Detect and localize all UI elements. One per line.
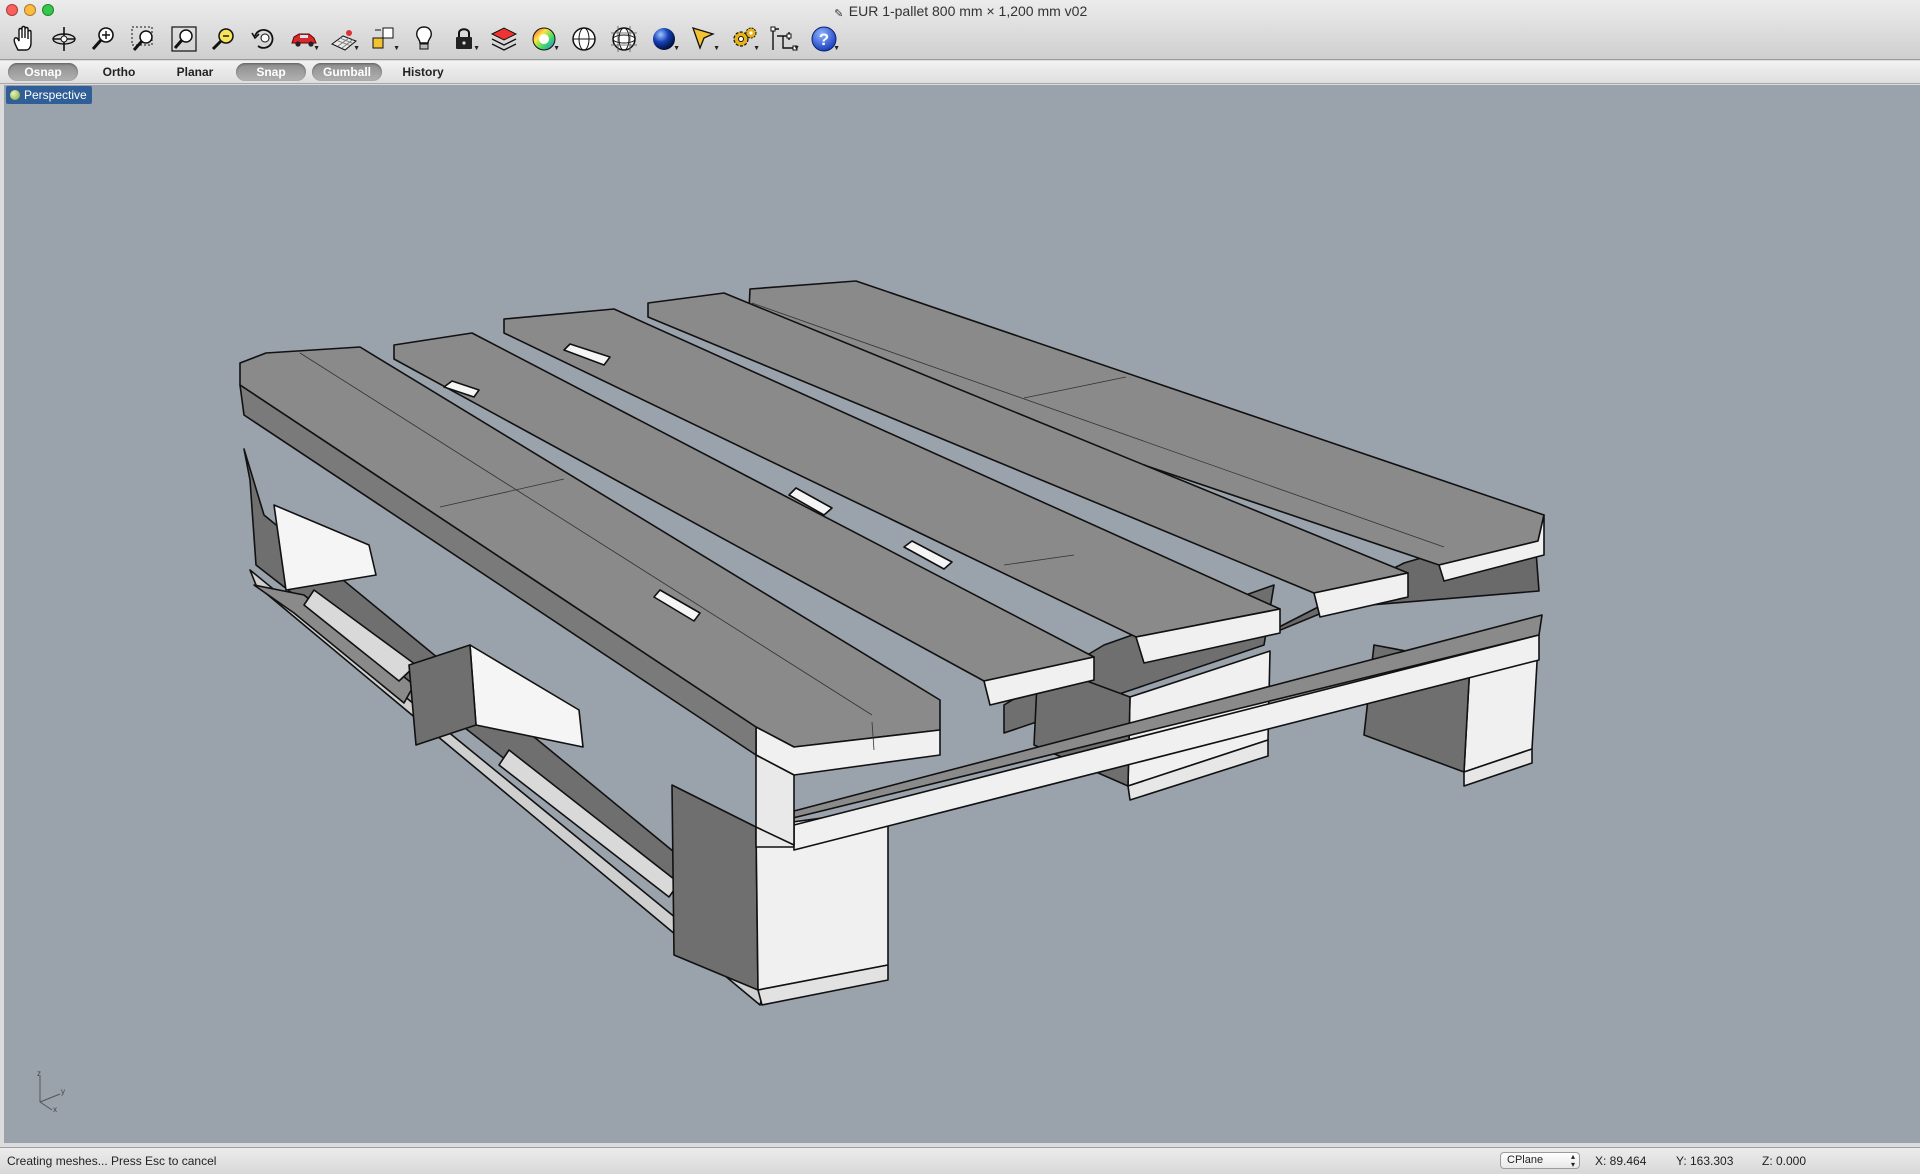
stepper-arrows-icon: ▴ ▾ (1570, 1152, 1575, 1169)
wireframe-sphere-icon[interactable] (564, 20, 604, 58)
coordinate-z: Z: 0.000 (1762, 1154, 1807, 1168)
dropdown-arrow-icon: ▼ (553, 45, 560, 52)
select-arrow-icon[interactable]: ▼ (684, 20, 724, 58)
opening-1 (273, 504, 377, 591)
pallet-model[interactable] (4, 85, 1920, 1143)
world-axes-indicator: z y x (37, 1070, 65, 1112)
zoom-selected-icon[interactable] (204, 20, 244, 58)
dropdown-arrow-icon: ▼ (393, 45, 400, 52)
window-title: EUR 1-pallet 800 mm × 1,200 mm v02 (848, 3, 1088, 19)
light-bulb-icon[interactable] (404, 20, 444, 58)
dropdown-arrow-icon: ▼ (833, 45, 840, 52)
status-bar: Creating meshes... Press Esc to cancel C… (0, 1147, 1920, 1174)
zoom-window-icon[interactable] (124, 20, 164, 58)
dropdown-arrow-icon: ▼ (313, 45, 320, 52)
coordinate-x: X: 89.464 (1595, 1154, 1647, 1168)
dropdown-arrow-icon: ▼ (793, 45, 800, 52)
zoom-extents-icon[interactable] (164, 20, 204, 58)
cplane-selected-value: CPlane (1507, 1154, 1544, 1166)
planar-toggle[interactable]: Planar (160, 63, 230, 81)
cplane-select[interactable]: CPlane ▴ ▾ (1500, 1152, 1580, 1169)
perspective-viewport[interactable]: Perspective z y x (4, 85, 1920, 1143)
dropdown-arrow-icon: ▼ (673, 45, 680, 52)
osnap-toggle[interactable]: Osnap (8, 63, 78, 81)
transform-icon[interactable]: ▼ (764, 20, 804, 58)
car-display-icon[interactable]: ▼ (284, 20, 324, 58)
gear-icon[interactable]: ▼ (724, 20, 764, 58)
color-wheel-icon[interactable]: ▼ (524, 20, 564, 58)
dropdown-arrow-icon: ▼ (753, 45, 760, 52)
svg-text:?: ? (819, 30, 829, 49)
axis-z-label: z (37, 1070, 41, 1078)
coordinate-y: Y: 163.303 (1676, 1154, 1734, 1168)
help-icon[interactable]: ? ▼ (804, 20, 844, 58)
status-message: Creating meshes... Press Esc to cancel (7, 1154, 217, 1168)
layer-icon[interactable] (484, 20, 524, 58)
axis-x-label: x (53, 1105, 57, 1112)
dropdown-arrow-icon: ▼ (353, 45, 360, 52)
document-icon: ✎ (834, 8, 844, 20)
shaded-sphere-icon[interactable]: ▼ (644, 20, 684, 58)
window-title-area: ✎ EUR 1-pallet 800 mm × 1,200 mm v02 (0, 2, 1920, 20)
lock-icon[interactable]: ▼ (444, 20, 484, 58)
history-toggle[interactable]: History (388, 63, 458, 81)
main-toolbar: ▼ ▼ ▼ ▼ ▼ ▼ ▼ ▼ ▼ ? ▼ (4, 20, 844, 58)
pan-hand-icon[interactable] (4, 20, 44, 58)
window-titlebar: ✎ EUR 1-pallet 800 mm × 1,200 mm v02 ▼ ▼… (0, 0, 1920, 60)
mode-toggle-bar: Osnap Ortho Planar Snap Gumball History (0, 61, 1920, 84)
undo-view-icon[interactable] (244, 20, 284, 58)
zoom-icon[interactable] (84, 20, 124, 58)
snap-toggle[interactable]: Snap (236, 63, 306, 81)
dropdown-arrow-icon: ▼ (713, 45, 720, 52)
ortho-toggle[interactable]: Ortho (84, 63, 154, 81)
front-left-block-side (671, 784, 759, 991)
dropdown-arrow-icon: ▼ (473, 45, 480, 52)
axis-y-label: y (61, 1087, 65, 1096)
grid-sphere-icon[interactable] (604, 20, 644, 58)
object-snap-tools-icon[interactable]: ▼ (364, 20, 404, 58)
cplane-icon[interactable]: ▼ (324, 20, 364, 58)
gumball-toggle[interactable]: Gumball (312, 63, 382, 81)
rotate-view-icon[interactable] (44, 20, 84, 58)
left-slot-highlight-2 (498, 749, 680, 898)
